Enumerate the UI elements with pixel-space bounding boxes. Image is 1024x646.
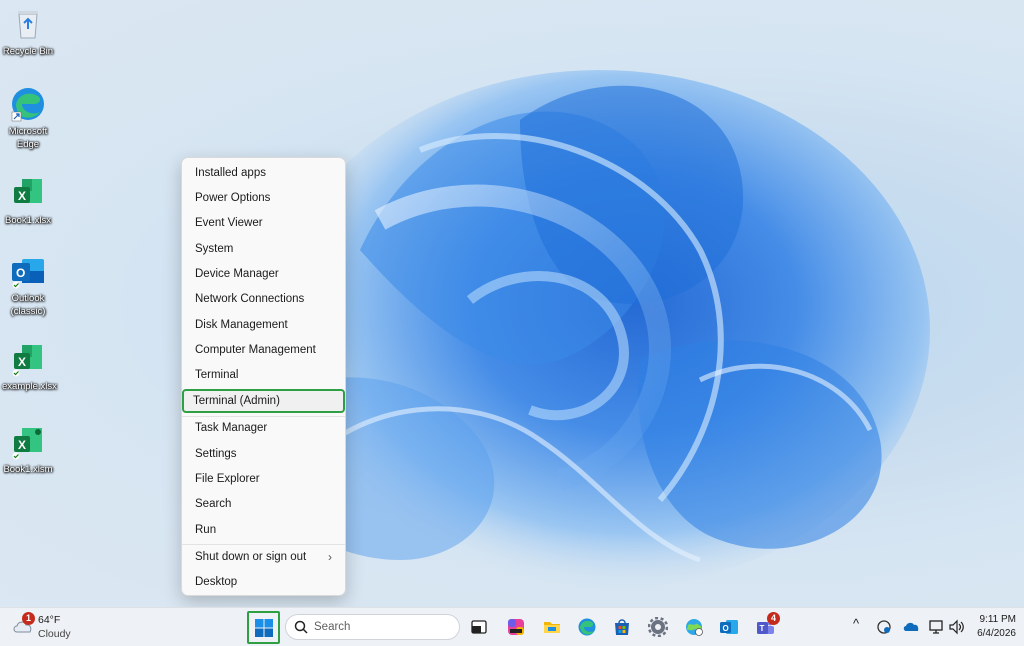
task-view-icon xyxy=(471,620,487,634)
settings-button[interactable] xyxy=(644,613,672,641)
desktop-icon-outlook[interactable]: O Outlook (classic) xyxy=(2,253,54,318)
svg-text:X: X xyxy=(18,355,26,369)
desktop-icon-label: Recycle Bin xyxy=(2,46,54,57)
desktop-icon-edge[interactable]: Microsoft Edge xyxy=(2,86,54,151)
desktop-icon-example-xlsx[interactable]: X example.xlsx xyxy=(2,341,57,393)
svg-text:O: O xyxy=(16,266,25,280)
edge-icon xyxy=(578,618,596,636)
windows-logo-icon xyxy=(255,619,273,637)
desktop-icon-label: Outlook (classic) xyxy=(10,293,46,317)
copilot-icon xyxy=(508,619,524,635)
start-button[interactable] xyxy=(247,611,280,644)
weather-condition: Cloudy xyxy=(38,628,71,640)
menu-item-terminal-admin[interactable]: Terminal (Admin) xyxy=(182,389,345,413)
menu-item-system[interactable]: System xyxy=(185,237,342,261)
volume-icon[interactable] xyxy=(948,619,966,635)
network-globe-icon xyxy=(686,619,703,636)
menu-item-network-connections[interactable]: Network Connections xyxy=(185,287,342,311)
outlook-icon: O xyxy=(10,253,46,289)
clock-time: 9:11 PM xyxy=(979,614,1017,625)
weather-temp: 64°F xyxy=(38,614,61,626)
desktop-icon-recycle-bin[interactable]: Recycle Bin xyxy=(2,6,54,58)
menu-item-terminal[interactable]: Terminal xyxy=(185,363,342,387)
desktop-icon-label: Book1.xlsm xyxy=(3,464,53,475)
excel-file-icon: X xyxy=(10,341,46,377)
excel-macro-file-icon: X xyxy=(10,424,46,460)
outlook-taskbar-button[interactable]: O xyxy=(715,613,743,641)
svg-text:O: O xyxy=(723,624,729,633)
chevron-right-icon: › xyxy=(328,550,332,564)
desktop-icon-label: Microsoft Edge xyxy=(8,126,48,150)
svg-text:T: T xyxy=(760,624,765,633)
edge-taskbar-button[interactable] xyxy=(573,613,601,641)
wallpaper-bloom xyxy=(230,70,930,590)
svg-text:X: X xyxy=(18,438,26,452)
menu-item-task-manager[interactable]: Task Manager xyxy=(185,416,342,440)
settings-icon xyxy=(648,617,668,637)
desktop-icon-book1-xlsx[interactable]: X Book1.xlsx xyxy=(2,175,54,227)
network-globe-button[interactable] xyxy=(680,613,708,641)
teams-button[interactable]: T 4 xyxy=(751,612,780,641)
desktop[interactable]: Recycle Bin Microsoft Edge X Book1.xlsx xyxy=(0,0,1024,607)
weather-widget[interactable]: 1 64°F Cloudy xyxy=(10,612,90,642)
onedrive-icon[interactable] xyxy=(902,620,920,632)
desktop-icon-label: example.xlsx xyxy=(2,381,57,392)
taskbar-search-box[interactable]: Search xyxy=(285,614,460,640)
recycle-bin-icon xyxy=(10,6,46,42)
onedrive-sync-icon[interactable] xyxy=(876,620,892,634)
menu-item-run[interactable]: Run xyxy=(185,518,342,542)
excel-file-icon: X xyxy=(10,175,46,211)
menu-item-desktop[interactable]: Desktop xyxy=(185,570,342,594)
tray-overflow-chevron[interactable]: ^ xyxy=(853,616,859,631)
menu-item-settings[interactable]: Settings xyxy=(185,442,342,466)
copilot-button[interactable] xyxy=(502,613,530,641)
microsoft-store-button[interactable] xyxy=(608,613,636,641)
weather-badge: 1 xyxy=(22,612,35,625)
svg-text:X: X xyxy=(18,189,26,203)
network-icon[interactable] xyxy=(928,619,944,635)
outlook-icon: O xyxy=(720,620,738,634)
desktop-icon-book1-xlsm[interactable]: X Book1.xlsm xyxy=(2,424,54,476)
search-icon xyxy=(294,620,308,634)
file-explorer-button[interactable] xyxy=(538,613,566,641)
task-view-button[interactable] xyxy=(465,613,493,641)
system-clock[interactable]: 9:11 PM 6/4/2026 xyxy=(977,613,1016,641)
menu-item-shut-down[interactable]: Shut down or sign out › xyxy=(185,545,342,569)
desktop-icon-label: Book1.xlsx xyxy=(5,215,51,226)
teams-badge: 4 xyxy=(767,612,780,625)
menu-item-computer-management[interactable]: Computer Management xyxy=(185,338,342,362)
file-explorer-icon xyxy=(544,622,560,633)
menu-item-search[interactable]: Search xyxy=(185,492,342,516)
edge-icon xyxy=(10,86,46,122)
winx-context-menu: Installed apps Power Options Event Viewe… xyxy=(181,157,346,596)
menu-item-installed-apps[interactable]: Installed apps xyxy=(185,161,342,185)
menu-item-power-options[interactable]: Power Options xyxy=(185,186,342,210)
menu-item-event-viewer[interactable]: Event Viewer xyxy=(185,211,342,235)
menu-item-device-manager[interactable]: Device Manager xyxy=(185,262,342,286)
clock-date: 6/4/2026 xyxy=(977,628,1016,639)
menu-item-disk-management[interactable]: Disk Management xyxy=(185,313,342,337)
search-placeholder: Search xyxy=(314,621,351,633)
taskbar: 1 64°F Cloudy Search O T 4 ^ 9:11 PM 6/4… xyxy=(0,607,1024,646)
menu-item-file-explorer[interactable]: File Explorer xyxy=(185,467,342,491)
microsoft-store-icon xyxy=(615,619,629,635)
menu-item-label: Shut down or sign out xyxy=(195,551,307,563)
